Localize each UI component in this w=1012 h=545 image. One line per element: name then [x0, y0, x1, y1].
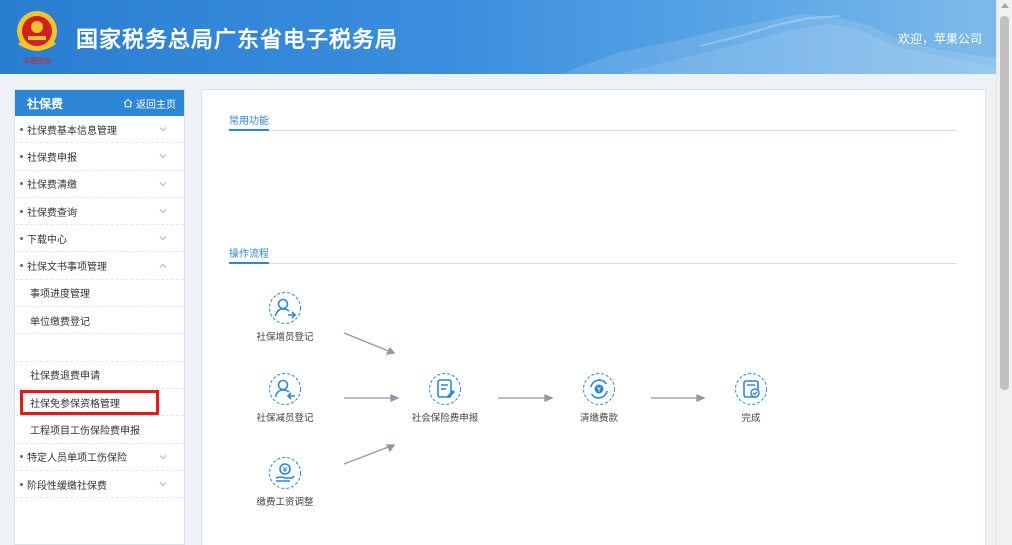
sidebar-item[interactable]: 社保费清缴: [15, 171, 184, 198]
sidebar-item-label: 社保文书事项管理: [27, 262, 107, 274]
sidebar-header: 社保费 返回主页: [15, 90, 184, 116]
sidebar-item[interactable]: 阶段性缓缴社保费: [15, 471, 184, 499]
bullet-icon: [20, 455, 23, 459]
chevron-down-icon: [159, 209, 167, 214]
chevron-down-icon: [159, 236, 167, 241]
sidebar-item[interactable]: 特定人员单项工伤保险: [15, 444, 184, 471]
sidebar-title: 社保费: [27, 96, 64, 111]
bullet-icon: [20, 209, 23, 213]
sidebar-item[interactable]: 社保文书事项管理: [15, 252, 184, 280]
welcome-text: 欢迎，苹果公司: [897, 32, 982, 46]
tax-emblem-icon: 中国税务: [17, 11, 57, 65]
scroll-up-arrow-icon[interactable]: [1001, 3, 1009, 8]
svg-text:中国税务: 中国税务: [23, 56, 51, 65]
sidebar-item[interactable]: 单位缴费登记: [15, 307, 184, 335]
sidebar-item-label: 工程项目工伤保险费申报: [30, 425, 140, 437]
bullet-icon: [20, 264, 23, 268]
page-scrollbar[interactable]: [996, 0, 1012, 545]
main-panel: 常用功能 操作流程 社保增员登记 社保减员登记 缴费工资调整 社会保险费申报 清…: [201, 89, 986, 545]
sidebar-item-label: 社保费退费申请: [30, 371, 100, 383]
sidebar-item-label: 社保费申报: [27, 152, 77, 164]
sidebar-item-label: 社保费基本信息管理: [27, 125, 117, 137]
sidebar-item-label: 单位缴费登记: [30, 316, 90, 328]
sidebar-item[interactable]: 社保免参保资格管理: [15, 389, 184, 417]
site-title: 国家税务总局广东省电子税务局: [76, 28, 399, 53]
sidebar-item[interactable]: 社保费查询: [15, 198, 184, 226]
sidebar-item[interactable]: 社保费基本信息管理: [15, 116, 184, 144]
chevron-up-icon: [159, 263, 167, 268]
sidebar-item-label: 社保费查询: [27, 207, 77, 219]
return-home-label: 返回主页: [136, 99, 176, 111]
scroll-thumb[interactable]: [1000, 16, 1009, 390]
sidebar-item-label: 阶段性缓缴社保费: [27, 480, 107, 492]
flow-arrows: [343, 332, 706, 465]
bullet-icon: [20, 182, 23, 186]
sidebar-item[interactable]: 工程项目工伤保险费申报: [15, 416, 184, 444]
chevron-down-icon: [159, 482, 167, 487]
bullet-icon: [20, 154, 23, 158]
chevron-down-icon: [159, 181, 167, 186]
sidebar-item[interactable]: 社保费申报: [15, 143, 184, 171]
home-icon: [123, 98, 133, 108]
arrow-wage-to-declare: [343, 445, 392, 465]
sidebar-item[interactable]: 下载中心: [15, 225, 184, 253]
sidebar-spacer: [15, 334, 184, 362]
bullet-icon: [20, 236, 23, 240]
top-banner: 中国税务 国家税务总局广东省电子税务局 欢迎，苹果公司: [0, 0, 996, 74]
sidebar-item-label: 社保免参保资格管理: [30, 398, 120, 410]
arrow-add-to-declare: [343, 332, 392, 353]
chevron-down-icon: [159, 127, 167, 132]
return-home-link[interactable]: 返回主页: [123, 96, 176, 111]
sidebar-item-label: 事项进度管理: [30, 289, 90, 301]
bullet-icon: [20, 127, 23, 131]
chevron-down-icon: [159, 454, 167, 459]
sidebar-item-label: 社保费清缴: [27, 180, 77, 192]
sidebar-item-label: 特定人员单项工伤保险: [27, 453, 127, 465]
chevron-down-icon: [159, 154, 167, 159]
sidebar-item-label: 下载中心: [27, 234, 67, 246]
sidebar-item-refund-application[interactable]: 社保费退费申请: [15, 362, 184, 389]
sidebar-item[interactable]: 事项进度管理: [15, 280, 184, 308]
sidebar: 社保费 返回主页 社保费基本信息管理 社保费申报社保费清缴社保费查询下载中心社保文…: [14, 89, 185, 545]
bullet-icon: [20, 482, 23, 486]
sidebar-menu: 社保费基本信息管理 社保费申报社保费清缴社保费查询下载中心社保文书事项管理 事项进度…: [15, 116, 184, 499]
